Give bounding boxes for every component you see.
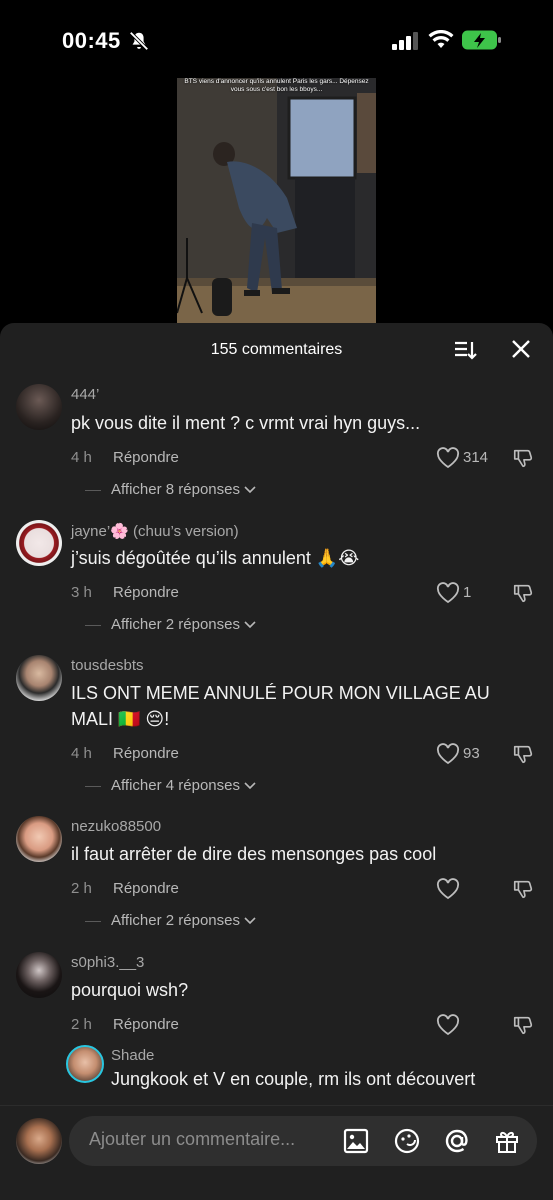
- comment-text: j’suis dégoûtée qu’ils annulent 🙏😭: [71, 548, 360, 568]
- heart-icon[interactable]: [436, 1014, 460, 1036]
- heart-icon[interactable]: [436, 447, 460, 469]
- status-bar: 00:45: [0, 0, 553, 80]
- dislike-icon[interactable]: [512, 447, 534, 469]
- reply-username[interactable]: Shade: [111, 1047, 154, 1064]
- dislike-icon[interactable]: [512, 743, 534, 765]
- avatar[interactable]: [66, 1045, 104, 1083]
- view-replies-button[interactable]: Afficher 2 réponses: [111, 616, 256, 633]
- sort-icon[interactable]: [453, 338, 477, 362]
- my-avatar[interactable]: [16, 1118, 62, 1164]
- reply-button[interactable]: Répondre: [113, 449, 179, 466]
- dislike-icon[interactable]: [512, 582, 534, 604]
- comment-text: pk vous dite il ment ? c vrmt vrai hyn g…: [71, 413, 421, 433]
- emoji-icon[interactable]: [394, 1128, 420, 1154]
- comment-username[interactable]: 444’: [71, 386, 99, 403]
- gift-icon[interactable]: [494, 1128, 520, 1154]
- comment-item: nezuko88500 il faut arrêter de dire des …: [0, 813, 553, 943]
- nested-reply: Shade Jungkook et V en couple, rm ils on…: [66, 1045, 553, 1105]
- comment-input-container[interactable]: [69, 1116, 537, 1166]
- comments-sheet: 155 commentaires 444’ pk vous dite il me…: [0, 323, 553, 1200]
- silent-bell-icon: [129, 31, 149, 51]
- comment-time: 4 h: [71, 449, 92, 466]
- heart-icon[interactable]: [436, 743, 460, 765]
- like-count: 1: [463, 584, 472, 601]
- like-count: 314: [463, 449, 489, 466]
- comment-username[interactable]: s0phi3.__3: [71, 954, 144, 971]
- wifi-icon: [428, 30, 454, 48]
- status-time: 00:45: [62, 28, 121, 53]
- reply-button[interactable]: Répondre: [113, 745, 179, 762]
- reply-button[interactable]: Répondre: [113, 1016, 179, 1033]
- video-thumbnail[interactable]: BTS viens d'annoncer qu'ils annulent Par…: [177, 78, 376, 325]
- comment-username[interactable]: tousdesbts: [71, 657, 144, 674]
- chevron-down-icon: [244, 917, 256, 925]
- chevron-down-icon: [244, 486, 256, 494]
- video-scene: [177, 78, 376, 325]
- comment-text: il faut arrêter de dire des mensonges pa…: [71, 844, 437, 864]
- reply-button[interactable]: Répondre: [113, 584, 179, 601]
- replies-divider: [85, 786, 101, 787]
- replies-divider: [85, 490, 101, 491]
- reply-text: Jungkook et V en couple, rm ils ont déco…: [111, 1069, 476, 1089]
- avatar[interactable]: [16, 655, 62, 701]
- view-replies-label: Afficher 8 réponses: [111, 481, 240, 498]
- comment-time: 2 h: [71, 880, 92, 897]
- comment-input[interactable]: [89, 1129, 329, 1150]
- close-icon[interactable]: [509, 337, 533, 361]
- image-icon[interactable]: [343, 1128, 369, 1154]
- view-replies-button[interactable]: Afficher 4 réponses: [111, 777, 256, 794]
- sheet-header: 155 commentaires: [0, 323, 553, 377]
- heart-icon[interactable]: [436, 582, 460, 604]
- view-replies-label: Afficher 4 réponses: [111, 777, 240, 794]
- comment-item: 444’ pk vous dite il ment ? c vrmt vrai …: [0, 380, 553, 510]
- avatar[interactable]: [16, 520, 62, 566]
- comment-composer-bar: [0, 1105, 553, 1200]
- comment-time: 2 h: [71, 1016, 92, 1033]
- comment-item: jayne’🌸 (chuu’s version) j’suis dégoûtée…: [0, 516, 553, 646]
- chevron-down-icon: [244, 621, 256, 629]
- mention-icon[interactable]: [444, 1128, 470, 1154]
- view-replies-button[interactable]: Afficher 8 réponses: [111, 481, 256, 498]
- view-replies-label: Afficher 2 réponses: [111, 912, 240, 929]
- heart-icon[interactable]: [436, 878, 460, 900]
- comment-time: 4 h: [71, 745, 92, 762]
- comment-text: ILS ONT MEME ANNULÉ POUR MON VILLAGE AU …: [71, 683, 490, 729]
- comment-text: pourquoi wsh?: [71, 980, 189, 1000]
- cellular-signal-icon: [392, 32, 418, 50]
- comment-username[interactable]: nezuko88500: [71, 818, 161, 835]
- replies-divider: [85, 921, 101, 922]
- like-count: 93: [463, 745, 480, 762]
- avatar[interactable]: [16, 384, 62, 430]
- view-replies-label: Afficher 2 réponses: [111, 616, 240, 633]
- comment-time: 3 h: [71, 584, 92, 601]
- battery-charging-icon: [462, 30, 501, 50]
- view-replies-button[interactable]: Afficher 2 réponses: [111, 912, 256, 929]
- comment-item: tousdesbts ILS ONT MEME ANNULÉ POUR MON …: [0, 652, 553, 812]
- reply-button[interactable]: Répondre: [113, 880, 179, 897]
- chevron-down-icon: [244, 782, 256, 790]
- replies-divider: [85, 625, 101, 626]
- avatar[interactable]: [16, 952, 62, 998]
- comment-item: s0phi3.__3 pourquoi wsh? 2 h Répondre Sh…: [0, 949, 553, 1109]
- dislike-icon[interactable]: [512, 1014, 534, 1036]
- comment-username[interactable]: jayne’🌸 (chuu’s version): [71, 522, 239, 540]
- dislike-icon[interactable]: [512, 878, 534, 900]
- avatar[interactable]: [16, 816, 62, 862]
- video-caption: BTS viens d'annoncer qu'ils annulent Par…: [184, 78, 369, 93]
